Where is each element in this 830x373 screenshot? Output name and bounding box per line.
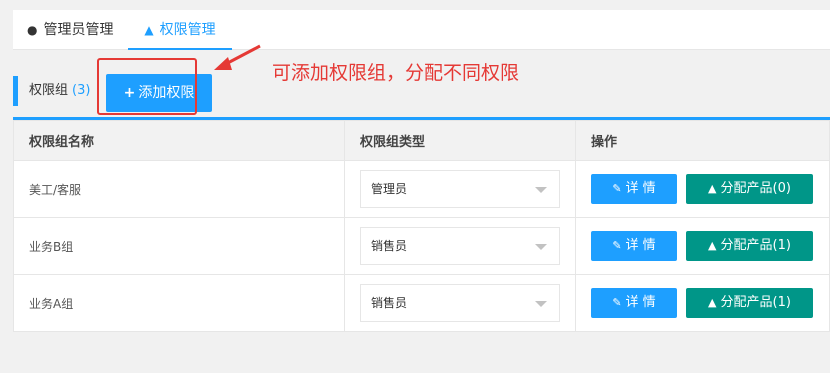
detail-button[interactable]: ✎ 详 情 — [591, 288, 677, 318]
edit-icon: ✎ — [612, 239, 622, 252]
detail-button[interactable]: ✎ 详 情 — [591, 231, 677, 261]
permission-group-table: 权限组名称 权限组类型 操作 美工/客服 管理员 ✎ 详 情 ▲ 分配产品(0) 业务… — [13, 120, 830, 332]
actions-cell: ✎ 详 情 ▲ 分配产品(1) — [575, 274, 830, 332]
group-type-value: 销售员 — [371, 239, 408, 253]
header-group-type: 权限组类型 — [344, 120, 576, 161]
annotation-arrow-icon — [214, 44, 261, 70]
detail-label: 详 情 — [625, 181, 656, 196]
header-group-name: 权限组名称 — [13, 120, 345, 161]
group-count: (3) — [72, 83, 91, 98]
detail-label: 详 情 — [625, 295, 656, 310]
table-row: 美工/客服 管理员 ✎ 详 情 ▲ 分配产品(0) — [13, 160, 830, 218]
edit-icon: ✎ — [612, 182, 622, 195]
group-type-cell: 销售员 — [344, 217, 576, 275]
assign-product-button[interactable]: ▲ 分配产品(1) — [686, 288, 813, 318]
section-title-text: 权限组 — [29, 83, 69, 98]
table-row: 业务B组 销售员 ✎ 详 情 ▲ 分配产品(1) — [13, 217, 830, 275]
group-name-cell: 业务B组 — [13, 217, 345, 275]
detail-label: 详 情 — [625, 238, 656, 253]
assign-product-label: 分配产品(1) — [720, 295, 791, 310]
assign-product-button[interactable]: ▲ 分配产品(1) — [686, 231, 813, 261]
detail-button[interactable]: ✎ 详 情 — [591, 174, 677, 204]
assign-product-button[interactable]: ▲ 分配产品(0) — [686, 174, 813, 204]
add-permission-label: 添加权限 — [138, 85, 195, 101]
chevron-down-icon — [535, 301, 547, 307]
group-type-value: 管理员 — [371, 182, 408, 196]
group-name-cell: 美工/客服 — [13, 160, 345, 218]
tab-label: 管理员管理 — [43, 22, 114, 38]
actions-cell: ✎ 详 情 ▲ 分配产品(1) — [575, 217, 830, 275]
group-type-value: 销售员 — [371, 296, 408, 310]
group-name-cell: 业务A组 — [13, 274, 345, 332]
group-type-cell: 管理员 — [344, 160, 576, 218]
annotation-text: 可添加权限组，分配不同权限 — [272, 62, 520, 84]
chevron-down-icon — [535, 187, 547, 193]
chevron-down-icon — [535, 244, 547, 250]
assign-product-label: 分配产品(0) — [720, 181, 791, 196]
group-type-select[interactable]: 销售员 — [360, 284, 560, 322]
header-actions: 操作 — [575, 120, 830, 161]
title-accent-bar — [13, 76, 18, 106]
sitemap-icon: ▲ — [144, 23, 154, 37]
tab-admin-management[interactable]: ● 管理员管理 — [27, 10, 113, 50]
group-type-select[interactable]: 销售员 — [360, 227, 560, 265]
sitemap-icon: ▲ — [708, 239, 717, 252]
sitemap-icon: ▲ — [708, 182, 717, 195]
actions-cell: ✎ 详 情 ▲ 分配产品(0) — [575, 160, 830, 218]
assign-product-label: 分配产品(1) — [720, 238, 791, 253]
table-row: 业务A组 销售员 ✎ 详 情 ▲ 分配产品(1) — [13, 274, 830, 332]
edit-icon: ✎ — [612, 296, 622, 309]
group-type-select[interactable]: 管理员 — [360, 170, 560, 208]
sitemap-icon: ▲ — [708, 296, 717, 309]
group-type-cell: 销售员 — [344, 274, 576, 332]
add-permission-button[interactable]: + 添加权限 — [106, 74, 212, 112]
section-title: 权限组 (3) — [29, 76, 90, 106]
table-header-row: 权限组名称 权限组类型 操作 — [13, 120, 830, 161]
plus-icon: + — [123, 85, 136, 101]
tab-label: 权限管理 — [159, 22, 216, 38]
tab-bar: ● 管理员管理 ▲ 权限管理 — [13, 10, 830, 50]
user-icon: ● — [27, 23, 38, 37]
